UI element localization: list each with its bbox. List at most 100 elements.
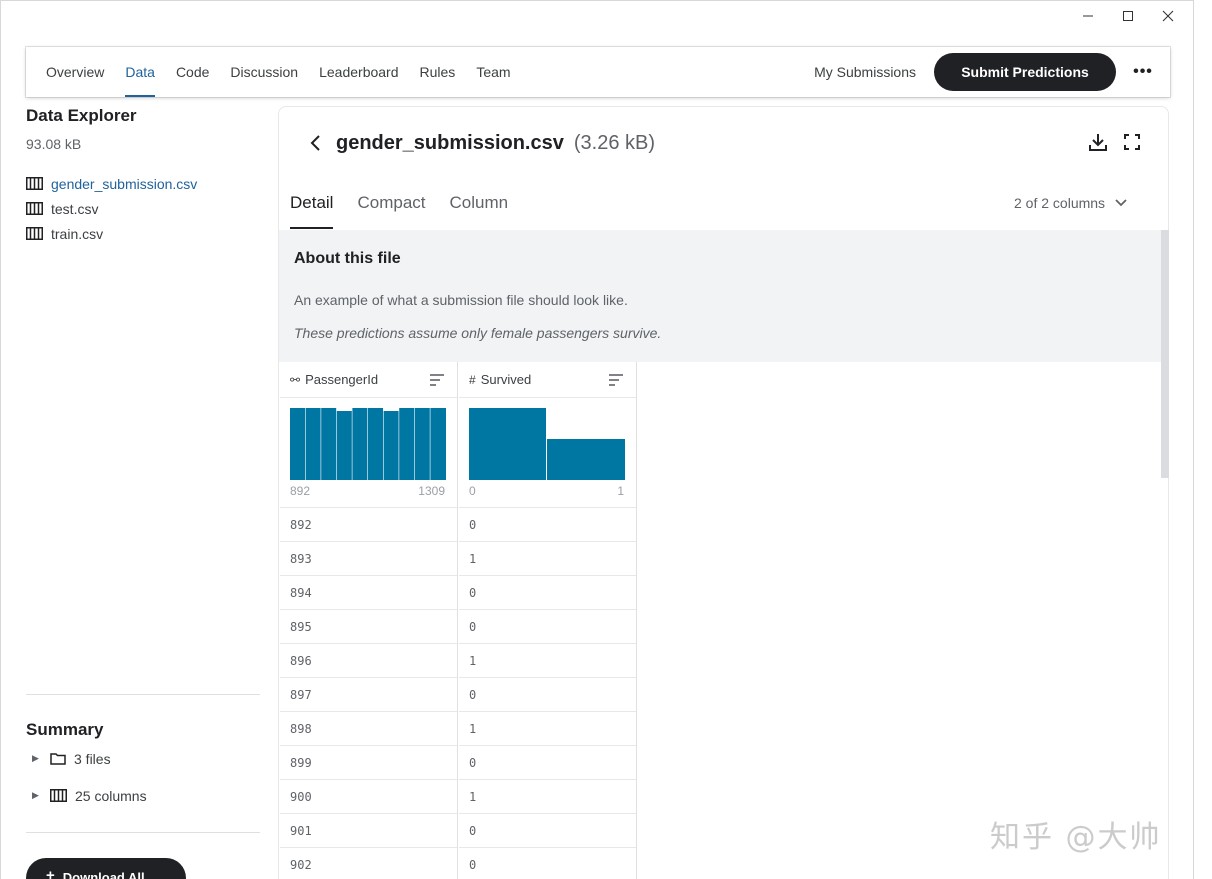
table-cell: 0 [459,576,636,610]
key-icon: ⚯ [290,372,301,387]
hist-bar [368,408,383,480]
caret-right-icon: ▶ [32,790,39,800]
hist-bar [430,408,446,480]
sidebar-divider [26,694,260,695]
file-item-label: gender_submission.csv [51,175,198,192]
table-icon [50,789,67,802]
hist-bar [383,411,399,480]
tab-compact[interactable]: Compact [357,188,425,229]
summary-section: Summary ▶ 3 files ▶ 25 columns [26,720,260,814]
download-all-button[interactable]: + Download All [26,858,186,879]
window-controls [1068,4,1188,28]
hist-bar [399,408,415,480]
chevron-down-icon [1115,199,1127,207]
table-cell: 0 [459,508,636,542]
download-icon[interactable] [1088,132,1108,152]
fullscreen-icon[interactable] [1122,132,1142,152]
file-header-actions [1088,132,1142,152]
file-item-label: test.csv [51,200,99,217]
column-name: PassengerId [305,372,379,387]
nav-actions: My Submissions Submit Predictions ••• [814,53,1170,91]
summary-columns-row[interactable]: ▶ 25 columns [26,777,260,814]
table-cell: 0 [459,814,636,848]
data-explorer-size: 93.08 kB [26,136,82,152]
hist-max-label: 1309 [418,484,445,498]
my-submissions-link[interactable]: My Submissions [814,64,916,80]
hash-icon: # [469,372,476,387]
tab-detail[interactable]: Detail [290,188,334,229]
table-cell: 1 [459,780,636,814]
hist-min-label: 892 [290,484,311,498]
tab-overview[interactable]: Overview [46,47,104,97]
watermark: 知乎 @大帅 [990,820,1162,855]
hist-bar [547,439,625,480]
file-list: gender_submission.csv test.csv train.csv [26,171,260,246]
histogram-chart [469,408,625,480]
table-cell: 895 [280,610,457,644]
hist-max-label: 1 [617,484,624,498]
table-cell: 898 [280,712,457,746]
table-cell: 0 [459,678,636,712]
file-item-test[interactable]: test.csv [26,196,260,221]
table-cell: 1 [459,644,636,678]
column-count-dropdown[interactable]: 2 of 2 columns [1014,195,1127,211]
chevron-left-icon[interactable] [306,133,326,153]
file-header: gender_submission.csv (3.26 kB) [306,128,655,158]
table-cell: 902 [280,848,457,879]
caret-right-icon: ▶ [32,753,39,763]
file-name: gender_submission.csv [336,131,564,154]
summary-files-row[interactable]: ▶ 3 files [26,740,260,777]
about-file-panel: About this file An example of what a sub… [279,230,1161,362]
table-cell: 900 [280,780,457,814]
hist-bar [352,408,368,480]
sort-icon[interactable] [608,373,624,387]
tab-discussion[interactable]: Discussion [230,47,298,97]
file-size: (3.26 kB) [573,131,656,154]
column-header[interactable]: # Survived [459,362,636,398]
submit-predictions-button[interactable]: Submit Predictions [934,53,1116,91]
hist-bar [469,408,546,480]
table-cell: 1 [459,542,636,576]
file-item-gender-submission[interactable]: gender_submission.csv [26,171,260,196]
tab-column[interactable]: Column [450,188,509,229]
more-horizontal-icon[interactable]: ••• [1116,53,1170,91]
download-icon: + [46,867,55,879]
tab-data[interactable]: Data [125,47,155,97]
table-cell: 1 [459,712,636,746]
table-cell: 897 [280,678,457,712]
hist-bar [336,411,352,480]
summary-files-label: 3 files [74,750,111,767]
column-histogram: 0 1 [459,398,636,508]
tab-leaderboard[interactable]: Leaderboard [319,47,398,97]
table-cell: 896 [280,644,457,678]
table-icon [26,227,43,240]
file-item-train[interactable]: train.csv [26,221,260,246]
sort-icon[interactable] [429,373,445,387]
tab-team[interactable]: Team [476,47,510,97]
top-nav: Overview Data Code Discussion Leaderboar… [26,47,1170,97]
about-description: An example of what a submission file sho… [294,292,628,308]
sidebar-divider [26,832,260,833]
table-cell: 894 [280,576,457,610]
column-header[interactable]: ⚯ PassengerId [280,362,457,398]
data-explorer-sidebar: Data Explorer 93.08 kB gender_submission… [26,103,260,246]
hist-min-label: 0 [469,484,476,498]
file-item-label: train.csv [51,225,104,242]
hist-bar [290,408,305,480]
vertical-scrollbar[interactable] [1161,230,1169,478]
data-explorer-title: Data Explorer [26,106,137,125]
maximize-icon[interactable] [1108,4,1148,28]
hist-bar [321,408,337,480]
table-icon [26,202,43,215]
column-survived: # Survived 0 1 0 1 0 0 1 0 1 0 1 0 0 [459,362,637,879]
about-title: About this file [294,250,401,267]
table-cell: 0 [459,848,636,879]
tab-code[interactable]: Code [176,47,209,97]
column-passengerid: ⚯ PassengerId 892 1309 892 893 894 895 8… [280,362,458,879]
close-icon[interactable] [1148,4,1188,28]
histogram-chart [290,408,446,480]
tab-rules[interactable]: Rules [420,47,456,97]
minimize-icon[interactable] [1068,4,1108,28]
table-icon [26,177,43,190]
about-note: These predictions assume only female pas… [294,325,662,341]
